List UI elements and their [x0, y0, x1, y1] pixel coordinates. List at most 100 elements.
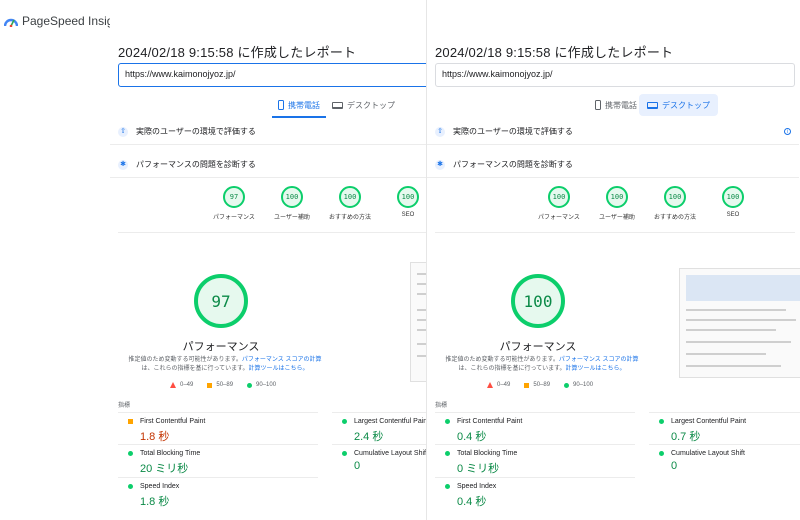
page-screenshot-thumbnail: [679, 268, 800, 378]
phone-icon: [278, 100, 284, 110]
section-field-label: 実際のユーザーの環境で評価する: [136, 127, 256, 136]
pass-circle-icon: [342, 419, 347, 424]
users-icon: ⇧: [435, 126, 445, 137]
score-seo[interactable]: 100 SEO: [709, 186, 757, 221]
category-scores: 97 パフォーマンス 100 ユーザー補助 100 おすすめの方法 100 SE…: [210, 186, 432, 221]
score-description: 推定値のため変動する可能性があります。パフォーマンス スコアの計算 は、これらの…: [125, 356, 325, 374]
score-gauge: 100: [548, 186, 570, 208]
users-icon: ⇧: [118, 126, 128, 137]
pass-circle-icon: [342, 451, 347, 456]
square-icon: [207, 382, 213, 388]
score-accessibility[interactable]: 100 ユーザー補助: [593, 186, 641, 221]
score-gauge: 100: [664, 186, 686, 208]
score-seo[interactable]: 100 SEO: [384, 186, 432, 221]
tab-desktop[interactable]: デスクトップ: [639, 94, 718, 116]
score-label: ユーザー補助: [599, 215, 635, 221]
calculator-link[interactable]: 計算ツールはこちら。: [249, 366, 309, 372]
score-label: おすすめの方法: [328, 215, 371, 221]
tab-mobile[interactable]: 携帯電話: [270, 94, 328, 118]
legend-fail: 0–49: [487, 382, 510, 388]
metric-name: First Contentful Paint: [457, 418, 523, 425]
report-title: 2024/02/18 9:15:58 に作成したレポート: [435, 45, 674, 60]
laptop-icon: [647, 101, 658, 109]
score-calc-link[interactable]: パフォーマンス スコアの計算: [559, 357, 639, 363]
section-lab-data[interactable]: ✱ パフォーマンスの問題を診断する: [110, 152, 432, 178]
legend-pass: 90–100: [564, 382, 593, 388]
metric-value: 0.4 秒: [457, 431, 487, 443]
legend-fail: 0–49: [170, 382, 193, 388]
performance-gauge: 100: [511, 274, 565, 328]
score-legend: 0–49 50–89 90–100: [487, 382, 593, 388]
pass-circle-icon: [659, 419, 664, 424]
metric-name: First Contentful Paint: [140, 418, 206, 425]
score-gauge: 100: [281, 186, 303, 208]
metric-si: Speed Index 1.8 秒: [118, 477, 318, 508]
metric-name: Total Blocking Time: [140, 450, 201, 457]
calculator-link[interactable]: 計算ツールはこちら。: [566, 366, 626, 372]
score-accessibility[interactable]: 100 ユーザー補助: [268, 186, 316, 221]
legend-fail-label: 0–49: [180, 382, 194, 388]
section-field-data[interactable]: ⇧ 実際のユーザーの環境で評価する i: [427, 119, 799, 145]
speedometer-icon: [4, 18, 18, 27]
score-best-practices[interactable]: 100 おすすめの方法: [326, 186, 374, 221]
score-best-practices[interactable]: 100 おすすめの方法: [651, 186, 699, 221]
divider: [118, 232, 432, 233]
report-panel-mobile: 2024/02/18 9:15:58 に作成したレポート https://www…: [110, 0, 432, 520]
report-panel-desktop: 2024/02/18 9:15:58 に作成したレポート https://www…: [426, 0, 800, 520]
metric-value: 20 ミリ秒: [140, 463, 189, 475]
triangle-icon: [170, 382, 176, 388]
device-tabs: 携帯電話 デスクトップ: [427, 94, 799, 116]
metrics-heading: 指標: [118, 403, 131, 409]
score-label: SEO: [726, 212, 740, 218]
metric-fcp: First Contentful Paint 0.4 秒: [435, 412, 635, 443]
metric-value: 0: [671, 460, 678, 472]
pass-circle-icon: [445, 419, 450, 424]
legend-average-label: 50–89: [216, 382, 234, 388]
metric-value: 0 ミリ秒: [457, 463, 500, 475]
tab-desktop[interactable]: デスクトップ: [324, 94, 403, 116]
score-gauge: 97: [223, 186, 245, 208]
circle-icon: [247, 382, 253, 388]
performance-label: パフォーマンス: [182, 341, 260, 353]
report-title: 2024/02/18 9:15:58 に作成したレポート: [118, 45, 357, 60]
square-icon: [524, 382, 530, 388]
legend-pass: 90–100: [247, 382, 276, 388]
metric-value: 1.8 秒: [140, 431, 170, 443]
metric-lcp: Largest Contentful Paint 2.4 秒: [332, 412, 432, 443]
score-label: パフォーマンス: [538, 215, 580, 221]
section-field-data[interactable]: ⇧ 実際のユーザーの環境で評価する: [110, 119, 432, 145]
score-gauge: 100: [397, 186, 419, 208]
desc-text: は、これらの指標を基に行っています。: [141, 366, 249, 372]
lab-icon: ✱: [118, 159, 128, 170]
score-gauge: 100: [339, 186, 361, 208]
metric-value: 2.4 秒: [354, 431, 384, 443]
url-input[interactable]: https://www.kaimonojyoz.jp/: [118, 63, 432, 87]
section-lab-label: パフォーマンスの問題を診断する: [453, 160, 573, 169]
pass-circle-icon: [445, 484, 450, 489]
info-icon[interactable]: i: [784, 128, 791, 135]
section-lab-data[interactable]: ✱ パフォーマンスの問題を診断する: [427, 152, 799, 178]
legend-fail-label: 0–49: [497, 382, 511, 388]
score-calc-link[interactable]: パフォーマンス スコアの計算: [242, 357, 322, 363]
legend-average-label: 50–89: [533, 382, 551, 388]
url-input[interactable]: https://www.kaimonojyoz.jp/: [435, 63, 795, 87]
score-label: パフォーマンス: [213, 215, 255, 221]
metric-lcp: Largest Contentful Paint 0.7 秒: [649, 412, 800, 443]
performance-label: パフォーマンス: [499, 341, 577, 353]
score-performance[interactable]: 97 パフォーマンス: [210, 186, 258, 221]
tab-mobile[interactable]: 携帯電話: [587, 94, 645, 116]
legend-pass-label: 90–100: [256, 382, 277, 388]
metric-name: Largest Contentful Paint: [671, 418, 747, 425]
score-label: おすすめの方法: [653, 215, 696, 221]
section-field-label: 実際のユーザーの環境で評価する: [453, 127, 573, 136]
category-scores: 100 パフォーマンス 100 ユーザー補助 100 おすすめの方法 100 S…: [535, 186, 757, 221]
lab-icon: ✱: [435, 159, 445, 170]
metric-fcp: First Contentful Paint 1.8 秒: [118, 412, 318, 443]
metric-name: Largest Contentful Paint: [354, 418, 430, 425]
tab-desktop-label: デスクトップ: [662, 100, 710, 110]
score-performance[interactable]: 100 パフォーマンス: [535, 186, 583, 221]
metric-name: Total Blocking Time: [457, 450, 518, 457]
tab-mobile-label: 携帯電話: [605, 100, 637, 110]
metric-cls: Cumulative Layout Shift 0: [649, 444, 800, 474]
tab-mobile-label: 携帯電話: [288, 100, 320, 110]
